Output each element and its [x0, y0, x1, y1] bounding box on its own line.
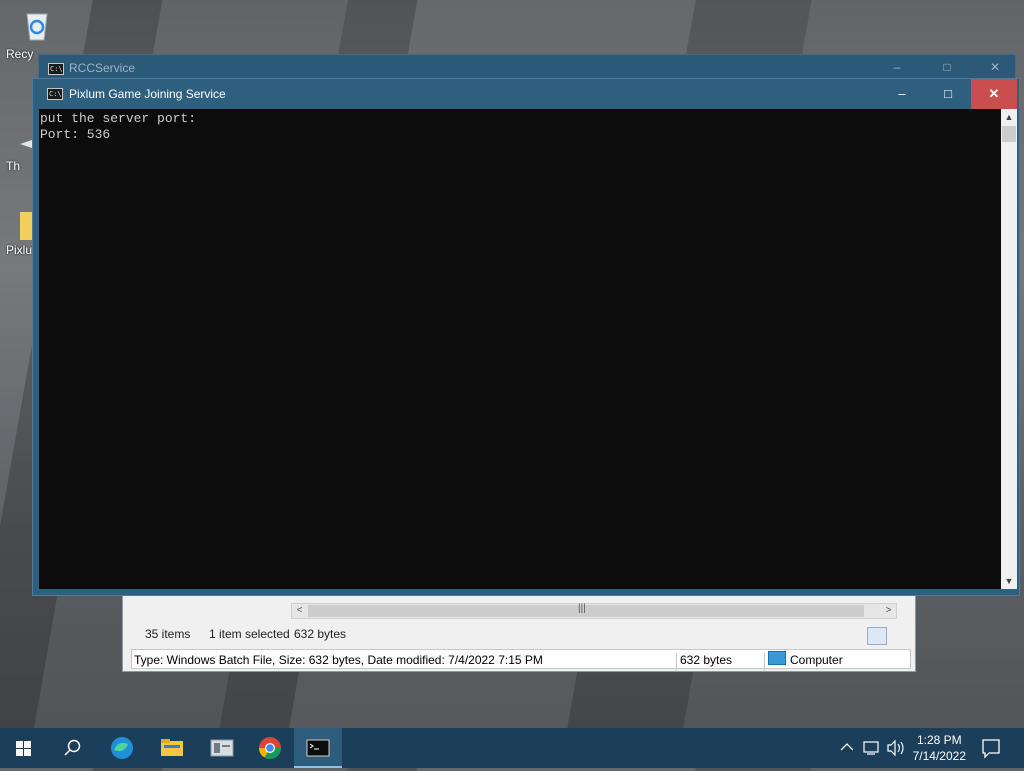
- console-output-area[interactable]: put the server port: Port: 536: [39, 109, 1001, 589]
- file-size: 632 bytes: [680, 653, 733, 667]
- network-icon: [863, 741, 879, 753]
- search-icon: [64, 739, 81, 756]
- minimize-button[interactable]: –: [887, 60, 907, 74]
- item-count: 35 items: [145, 627, 191, 641]
- details-view-icon[interactable]: [867, 627, 887, 645]
- clock-time: 1:28 PM: [916, 733, 962, 747]
- scroll-right-icon[interactable]: >: [881, 604, 896, 618]
- windows-logo-icon: [16, 741, 31, 756]
- console-window: C:\ Pixlum Game Joining Service – □ ✕ pu…: [32, 78, 1020, 596]
- horizontal-scrollbar[interactable]: < ||| >: [291, 603, 897, 619]
- taskbar-edge[interactable]: [98, 728, 146, 768]
- clock-date: 7/14/2022: [912, 749, 966, 763]
- taskbar-chrome[interactable]: [246, 728, 294, 768]
- scroll-left-icon[interactable]: <: [292, 604, 307, 618]
- scroll-down-icon[interactable]: ▼: [1001, 573, 1017, 589]
- location: Computer: [790, 653, 843, 667]
- explorer-status-bar: 35 items 1 item selected 632 bytes: [131, 623, 909, 645]
- window-title: Pixlum Game Joining Service: [69, 87, 226, 101]
- console-titlebar[interactable]: C:\ Pixlum Game Joining Service – □ ✕: [33, 79, 1019, 109]
- taskbar: 1:28 PM 7/14/2022: [0, 728, 1024, 768]
- minimize-button[interactable]: –: [879, 79, 925, 109]
- close-button[interactable]: ✕: [971, 79, 1017, 109]
- maximize-button[interactable]: □: [937, 60, 957, 74]
- close-button[interactable]: ✕: [985, 60, 1005, 74]
- console-output: put the server port: Port: 536: [40, 111, 197, 142]
- cmd-icon: [306, 739, 330, 757]
- volume-icon: [887, 739, 896, 757]
- start-button[interactable]: [0, 728, 48, 768]
- search-button[interactable]: [48, 728, 96, 768]
- maximize-button[interactable]: □: [925, 79, 971, 109]
- system-tray: [836, 728, 912, 768]
- taskbar-server-manager[interactable]: [198, 728, 246, 768]
- scroll-grip: |||: [578, 603, 586, 614]
- large-icons-view-icon[interactable]: [889, 627, 909, 645]
- explorer-window: < ||| > 35 items 1 item selected 632 byt…: [122, 588, 916, 672]
- cmd-icon: C:\: [48, 63, 64, 75]
- scroll-up-icon[interactable]: ▲: [1001, 109, 1017, 125]
- explorer-details-bar: Type: Windows Batch File, Size: 632 byte…: [131, 649, 911, 671]
- vertical-scrollbar[interactable]: ▲ ▼: [1001, 109, 1017, 589]
- server-manager-icon: [210, 739, 234, 757]
- show-hidden-icons-icon: [840, 743, 854, 751]
- action-center-button[interactable]: [968, 728, 1014, 768]
- taskbar-command-prompt[interactable]: [294, 728, 342, 768]
- notification-icon: [982, 739, 1000, 759]
- file-details: Type: Windows Batch File, Size: 632 byte…: [134, 653, 543, 667]
- folder-icon: [161, 739, 183, 756]
- selection-size: 632 bytes: [294, 627, 347, 641]
- selection-count: 1 item selected: [209, 627, 290, 641]
- desktop-icon-label: Recy: [6, 47, 34, 61]
- scroll-thumb[interactable]: [1002, 126, 1016, 142]
- scroll-thumb[interactable]: |||: [308, 603, 864, 617]
- edge-browser-icon: [111, 737, 133, 759]
- taskbar-clock[interactable]: 1:28 PM 7/14/2022: [913, 732, 966, 764]
- cmd-icon: C:\: [47, 88, 63, 100]
- chrome-browser-icon: [259, 737, 281, 759]
- window-title: RCCService: [69, 61, 136, 75]
- taskbar-file-explorer[interactable]: [148, 728, 196, 768]
- recycle-bin-icon: [26, 13, 48, 41]
- computer-icon: [768, 651, 786, 665]
